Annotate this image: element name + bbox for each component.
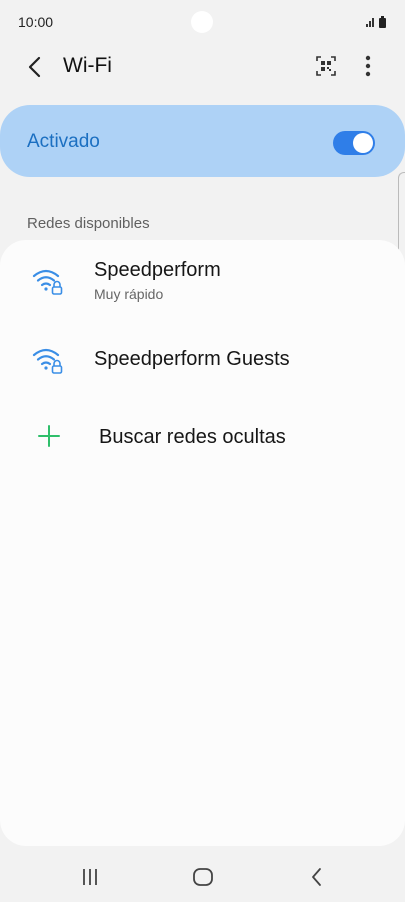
app-bar: Wi-Fi <box>0 44 405 88</box>
back-icon[interactable] <box>20 52 52 82</box>
page-title: Wi-Fi <box>63 54 112 77</box>
wifi-lock-icon <box>32 348 63 374</box>
qr-code-icon[interactable] <box>312 52 340 80</box>
toggle-label: Activado <box>27 131 100 152</box>
network-subtitle: Muy rápido <box>94 286 164 302</box>
network-name: Speedperform Guests <box>94 348 290 370</box>
wifi-master-toggle[interactable]: Activado <box>0 105 405 177</box>
network-item[interactable]: Speedperform Guests <box>0 324 405 396</box>
signal-battery-icon <box>366 16 386 28</box>
back-nav-icon[interactable] <box>302 864 332 890</box>
add-hidden-network-row[interactable]: Buscar redes ocultas <box>0 410 405 466</box>
network-name: Speedperform <box>94 259 221 281</box>
section-header: Redes disponibles <box>27 215 150 232</box>
wifi-lock-icon <box>32 269 63 295</box>
network-list-card: Speedperform Muy rápido Speedperform Gue… <box>0 240 405 846</box>
home-icon[interactable] <box>188 864 218 890</box>
recent-apps-icon[interactable] <box>75 864 105 890</box>
plus-icon <box>38 425 60 447</box>
switch-knob <box>353 133 373 153</box>
network-item[interactable]: Speedperform Muy rápido <box>0 240 405 312</box>
status-bar: 10:00 <box>0 0 405 44</box>
status-time: 10:00 <box>18 14 54 30</box>
camera-cutout <box>191 11 213 33</box>
wifi-switch[interactable] <box>333 131 375 155</box>
more-options-icon[interactable] <box>356 52 380 80</box>
add-network-label: Buscar redes ocultas <box>99 426 286 448</box>
navigation-bar <box>0 852 405 902</box>
